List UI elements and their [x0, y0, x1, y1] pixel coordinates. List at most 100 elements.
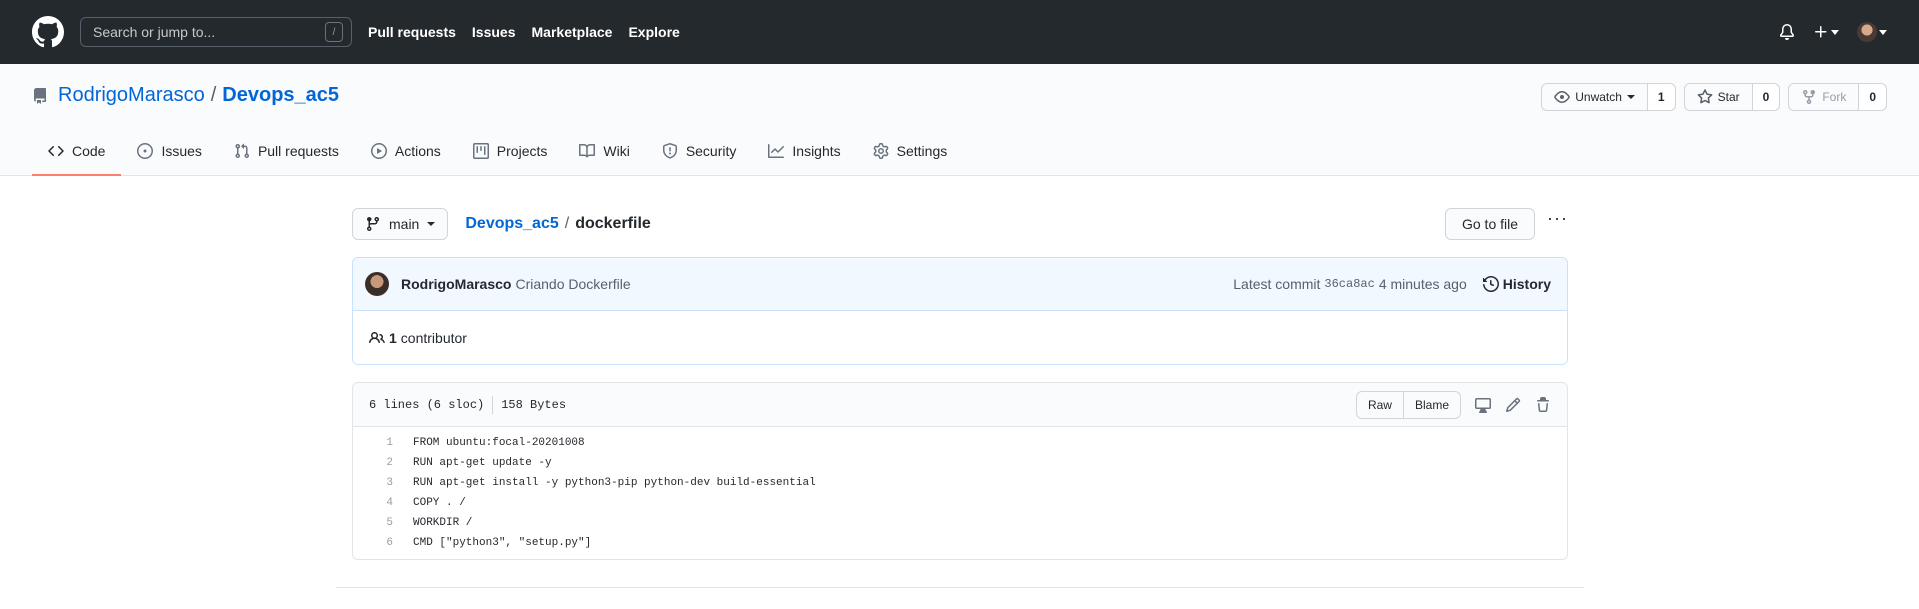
file-actions: Raw Blame: [1355, 390, 1551, 419]
repo-icon: [34, 87, 46, 104]
tab-code[interactable]: Code: [32, 128, 122, 176]
tab-insights[interactable]: Insights: [752, 128, 856, 176]
tab-projects[interactable]: Projects: [457, 128, 564, 176]
shield-icon: [662, 143, 677, 159]
tab-label: Projects: [496, 143, 548, 159]
raw-button[interactable]: Raw: [1357, 392, 1403, 418]
commit-time: 4 minutes ago: [1378, 276, 1467, 292]
file-size: 158 Bytes: [501, 397, 567, 412]
desktop-button[interactable]: [1475, 397, 1491, 413]
breadcrumb: Devops_ac5 / dockerfile: [465, 215, 650, 233]
line-number[interactable]: 1: [353, 437, 403, 449]
line-number[interactable]: 4: [353, 497, 403, 509]
create-new-dropdown[interactable]: [1813, 24, 1839, 40]
repo-tabs: Code Issues Pull requests Actions Projec…: [32, 128, 963, 176]
contributors-row[interactable]: 1 contributor: [353, 311, 1567, 364]
fork-button[interactable]: Fork: [1789, 84, 1858, 110]
code-line: 5 WORKDIR /: [353, 513, 1567, 533]
latest-commit-row: RodrigoMarasco Criando Dockerfile Latest…: [353, 258, 1567, 311]
history-icon: [1482, 276, 1499, 292]
edit-button[interactable]: [1505, 397, 1521, 413]
code-line: 4 COPY . /: [353, 493, 1567, 513]
fork-icon: [1803, 90, 1816, 105]
delete-button[interactable]: [1535, 396, 1551, 413]
repo-owner-link[interactable]: RodrigoMarasco: [58, 84, 205, 107]
tab-security[interactable]: Security: [646, 128, 753, 176]
tab-label: Pull requests: [257, 143, 339, 159]
code-icon: [48, 145, 64, 157]
search-input[interactable]: Search or jump to... /: [80, 17, 352, 47]
tab-label: Settings: [896, 143, 948, 159]
book-icon: [579, 143, 596, 158]
line-content: COPY . /: [413, 497, 466, 509]
latest-commit-label: Latest commit: [1233, 276, 1321, 292]
search-shortcut-key: /: [325, 22, 343, 42]
file-line-count: 6 lines (6 sloc): [369, 397, 485, 412]
tab-pull-requests[interactable]: Pull requests: [218, 128, 355, 176]
graph-icon: [768, 144, 785, 158]
commit-meta: Latest commit 36ca8ac 4 minutes ago Hist…: [1233, 276, 1551, 292]
more-options-icon[interactable]: ···: [1547, 208, 1568, 229]
repo-name-link[interactable]: Devops_ac5: [222, 84, 339, 107]
tab-settings[interactable]: Settings: [857, 128, 964, 176]
code-line: 6 CMD ["python3", "setup.py"]: [353, 533, 1567, 553]
tab-wiki[interactable]: Wiki: [563, 128, 645, 176]
author-avatar[interactable]: [365, 272, 389, 296]
breadcrumb-separator: /: [564, 215, 570, 232]
breadcrumb-repo-link[interactable]: Devops_ac5: [465, 215, 558, 233]
commit-sha-link[interactable]: 36ca8ac: [1324, 277, 1374, 291]
tab-actions[interactable]: Actions: [355, 128, 457, 176]
star-button[interactable]: Star: [1685, 84, 1752, 110]
commit-author-link[interactable]: RodrigoMarasco: [401, 276, 511, 292]
commit-message-link[interactable]: Criando Dockerfile: [515, 276, 630, 292]
line-content: RUN apt-get update -y: [413, 457, 552, 469]
user-avatar: [1857, 22, 1877, 42]
unwatch-button[interactable]: Unwatch: [1542, 84, 1647, 110]
repo-title: RodrigoMarasco / Devops_ac5: [32, 84, 339, 107]
line-number[interactable]: 6: [353, 537, 403, 549]
nav-pull-requests[interactable]: Pull requests: [368, 24, 456, 40]
tab-issues[interactable]: Issues: [121, 128, 217, 176]
line-content: WORKDIR /: [413, 517, 473, 529]
branch-selector[interactable]: main: [352, 208, 449, 240]
file-info-divider: [492, 395, 494, 414]
bell-icon[interactable]: [1779, 24, 1795, 40]
plus-icon: [1815, 26, 1827, 38]
repo-title-separator: /: [210, 84, 217, 106]
global-nav: Pull requests Issues Marketplace Explore: [368, 24, 680, 40]
repo-header: RodrigoMarasco / Devops_ac5 Unwatch 1 St…: [0, 64, 1919, 176]
issue-icon: [137, 143, 154, 159]
star-count[interactable]: 0: [1751, 84, 1780, 110]
play-icon: [370, 143, 387, 159]
search-placeholder: Search or jump to...: [93, 24, 216, 40]
blame-button[interactable]: Blame: [1402, 391, 1460, 418]
tab-label: Security: [685, 143, 737, 159]
contributors-label: contributor: [400, 329, 467, 346]
file-name: dockerfile: [575, 215, 651, 232]
watch-group: Unwatch 1: [1541, 83, 1676, 111]
line-number[interactable]: 5: [353, 517, 403, 529]
global-header: Search or jump to... / Pull requests Iss…: [0, 0, 1919, 64]
tab-label: Code: [72, 143, 106, 159]
fork-group: Fork 0: [1788, 83, 1887, 111]
chevron-down-icon: [1831, 29, 1839, 35]
line-content: FROM ubuntu:focal-20201008: [413, 437, 585, 449]
fork-count[interactable]: 0: [1858, 84, 1886, 110]
go-to-file-button[interactable]: Go to file: [1444, 208, 1536, 240]
star-label: Star: [1717, 90, 1740, 104]
history-link[interactable]: History: [1482, 276, 1551, 292]
github-logo-icon[interactable]: [32, 16, 64, 48]
header-actions: [1779, 22, 1887, 42]
code-line: 2 RUN apt-get update -y: [353, 453, 1567, 473]
nav-issues[interactable]: Issues: [472, 24, 516, 40]
nav-explore[interactable]: Explore: [628, 24, 679, 40]
user-menu[interactable]: [1857, 22, 1887, 42]
chevron-down-icon: [427, 222, 436, 226]
line-number[interactable]: 3: [353, 477, 403, 489]
nav-marketplace[interactable]: Marketplace: [532, 24, 613, 40]
line-number[interactable]: 2: [353, 457, 403, 469]
file-path-row: main Devops_ac5 / dockerfile Go to file …: [352, 208, 1568, 240]
watch-count[interactable]: 1: [1646, 84, 1675, 110]
people-icon: [369, 331, 385, 343]
latest-commit-box: RodrigoMarasco Criando Dockerfile Latest…: [352, 257, 1568, 365]
